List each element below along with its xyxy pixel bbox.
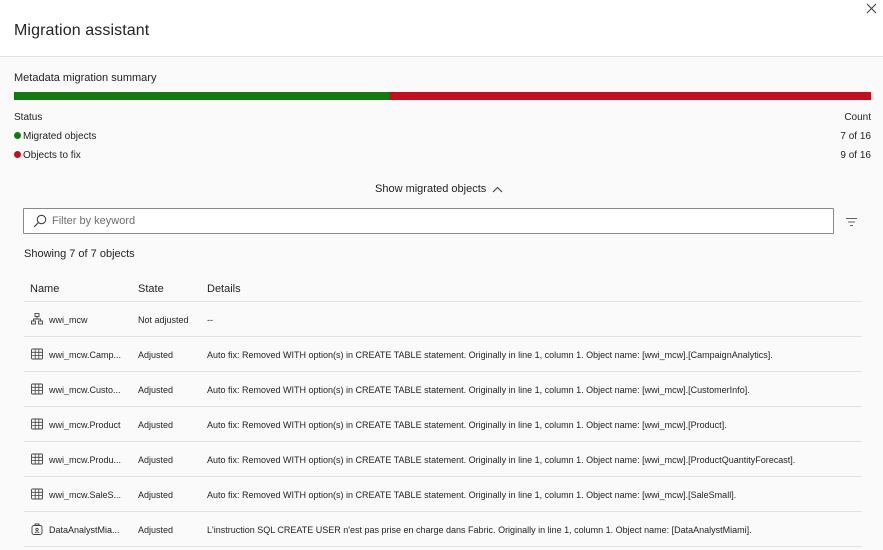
table-icon	[31, 418, 43, 430]
object-name: wwi_mcw.Produ...	[49, 455, 122, 465]
object-name: wwi_mcw.Product	[49, 420, 121, 430]
summary-title: Metadata migration summary	[14, 72, 157, 84]
dialog-header: Migration assistant	[0, 0, 883, 57]
table-row[interactable]: wwi_mcw Not adjusted --	[24, 302, 862, 337]
object-state: Adjusted	[138, 455, 174, 465]
object-name: wwi_mcw.Camp...	[49, 350, 122, 360]
filter-search-box	[23, 208, 834, 234]
object-state: Adjusted	[138, 525, 174, 535]
objects-table: Name State Details wwi_mcw Not adjusted --…	[24, 275, 862, 547]
user-icon	[31, 523, 43, 535]
object-details: Auto fix: Removed WITH option(s) in CREA…	[207, 385, 750, 395]
column-header-state[interactable]: State	[138, 283, 164, 295]
table-icon	[31, 453, 43, 465]
object-state: Not adjusted	[138, 315, 189, 325]
show-migrated-objects-toggle[interactable]: Show migrated objects	[375, 183, 503, 195]
table-row[interactable]: wwi_mcw.Produ... Adjusted Auto fix: Remove…	[24, 442, 862, 477]
schema-icon	[31, 313, 43, 325]
column-header-details[interactable]: Details	[207, 283, 241, 295]
status-label: Objects to fix	[23, 150, 81, 161]
red-dot-icon	[14, 150, 21, 158]
object-state: Adjusted	[138, 385, 174, 395]
to-fix-segment	[388, 92, 871, 100]
column-header-name[interactable]: Name	[30, 283, 59, 295]
filter-icon	[846, 217, 857, 227]
close-icon	[866, 3, 876, 13]
table-header: Name State Details	[24, 275, 862, 302]
object-details: --	[207, 315, 213, 325]
object-state: Adjusted	[138, 350, 174, 360]
table-row[interactable]: wwi_mcw.Camp... Adjusted Auto fix: Removed…	[24, 337, 862, 372]
filter-keyword-input[interactable]	[52, 212, 822, 230]
showing-count-text: Showing 7 of 7 objects	[24, 248, 135, 260]
status-count: 9 of 16	[840, 150, 871, 161]
table-row[interactable]: wwi_mcw.SaleS... Adjusted Auto fix: Remove…	[24, 477, 862, 512]
table-row[interactable]: wwi_mcw.Custo... Adjusted Auto fix: Remove…	[24, 372, 862, 407]
object-details: Auto fix: Removed WITH option(s) in CREA…	[207, 420, 727, 430]
object-state: Adjusted	[138, 490, 174, 500]
object-name: wwi_mcw.Custo...	[49, 385, 121, 395]
object-details: Auto fix: Removed WITH option(s) in CREA…	[207, 490, 737, 500]
dialog-title: Migration assistant	[14, 22, 150, 39]
status-row-to-fix: Objects to fix 9 of 16	[14, 150, 871, 164]
green-dot-icon	[14, 131, 21, 139]
table-row[interactable]: DataAnalystMia... Adjusted L'instruction S…	[24, 512, 862, 547]
migrated-segment	[14, 92, 389, 100]
table-icon	[31, 348, 43, 360]
search-icon	[33, 214, 47, 228]
migration-progress-bar	[14, 92, 871, 100]
object-details: L'instruction SQL CREATE USER n'est pas …	[207, 525, 752, 535]
filter-button[interactable]	[845, 214, 858, 232]
object-state: Adjusted	[138, 420, 174, 430]
status-count: 7 of 16	[840, 131, 871, 142]
object-name: wwi_mcw.SaleS...	[49, 490, 122, 500]
status-label: Migrated objects	[23, 131, 97, 142]
object-details: Auto fix: Removed WITH option(s) in CREA…	[207, 455, 796, 465]
count-header: Count	[844, 112, 871, 123]
status-header: Status	[14, 112, 43, 123]
toggle-label: Show migrated objects	[375, 183, 487, 195]
migration-summary-panel: Metadata migration summary Status Count …	[0, 57, 883, 550]
table-row[interactable]: wwi_mcw.Product Adjusted Auto fix: Removed…	[24, 407, 862, 442]
status-row-migrated: Migrated objects 7 of 16	[14, 131, 871, 145]
table-icon	[31, 383, 43, 395]
object-details: Auto fix: Removed WITH option(s) in CREA…	[207, 350, 773, 360]
chevron-up-icon	[492, 186, 503, 192]
close-button[interactable]	[862, 0, 880, 16]
object-name: DataAnalystMia...	[49, 525, 120, 535]
table-icon	[31, 488, 43, 500]
object-name: wwi_mcw	[49, 315, 88, 325]
